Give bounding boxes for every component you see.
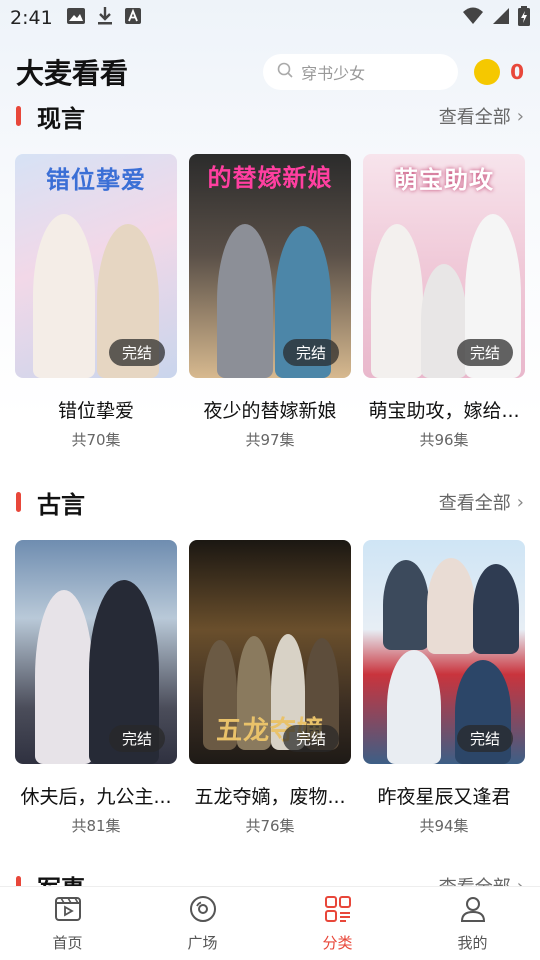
nav-item-category[interactable]: 分类 [270,887,405,960]
episode-count: 共97集 [245,431,295,449]
episode-count: 共76集 [245,817,295,835]
coin-count: 0 [510,60,524,84]
search-placeholder: 穿书少女 [301,64,366,83]
font-a-icon [124,7,141,29]
nav-item-profile[interactable]: 我的 [405,887,540,960]
drama-title: 昨夜星辰又逢君 [377,786,511,808]
status-time: 2:41 [10,7,53,29]
section-title: 古言 [37,490,85,519]
search-input[interactable]: 穿书少女 [263,54,459,90]
drama-title: 休夫后，九公主... [20,786,172,808]
wifi-icon [462,7,484,30]
drama-card[interactable]: 完结 昨夜星辰又逢君 共94集 [363,540,525,836]
drama-poster[interactable]: 的替嫁新娘 完结 [189,154,351,378]
nav-label: 广场 [187,934,218,952]
drama-poster[interactable]: 萌宝助攻 完结 [363,154,525,378]
drama-title: 萌宝助攻，嫁给... [368,400,520,422]
poster-title-art: 萌宝助攻 [394,166,494,194]
drama-card[interactable]: 的替嫁新娘 完结 夜少的替嫁新娘 共97集 [189,154,351,450]
status-badge: 完结 [282,339,339,366]
view-all-button[interactable]: 查看全部 › [439,489,524,515]
bottom-nav: 首页 广场 分类 我的 [0,886,540,960]
view-all-button[interactable]: 查看全部 › [439,103,524,129]
app-title: 大麦看看 [16,57,129,90]
status-badge: 完结 [108,339,165,366]
episode-count: 共96集 [419,431,469,449]
drama-card[interactable]: 五龙夺嫡 完结 五龙夺嫡，废物... 共76集 [189,540,351,836]
nav-item-home[interactable]: 首页 [0,887,135,960]
drama-card[interactable]: 萌宝助攻 完结 萌宝助攻，嫁给... 共96集 [363,154,525,450]
status-badge: 完结 [108,725,165,752]
drama-poster[interactable]: 完结 [363,540,525,764]
drama-poster[interactable]: 错位挚爱 完结 [15,154,177,378]
view-all-label: 查看全部 [438,107,511,128]
drama-poster[interactable]: 五龙夺嫡 完结 [189,540,351,764]
chevron-right-icon: › [516,105,524,127]
status-badge: 完结 [282,725,339,752]
poster-title-art: 错位挚爱 [46,166,146,194]
drama-title: 夜少的替嫁新娘 [203,400,337,422]
section-ancient-romance: 古言 查看全部 › 完结 休夫后，九公主... 共81集 五龙夺嫡 完结 五龙夺… [0,482,540,836]
drama-title: 五龙夺嫡，废物... [194,786,346,808]
search-icon [277,62,293,82]
chevron-right-icon: › [516,491,524,513]
poster-title-art: 的替嫁新娘 [207,164,333,192]
download-icon [97,6,113,30]
view-all-label: 查看全部 [438,493,511,514]
section-accent-bar [16,492,21,512]
section-title: 现言 [37,104,85,133]
nav-label: 分类 [322,934,353,952]
category-icon [323,894,353,928]
user-icon [458,894,488,928]
section-modern-romance: 现言 查看全部 › 错位挚爱 完结 错位挚爱 共70集 的替嫁新娘 完结 夜少的… [0,96,540,450]
image-icon [66,7,85,29]
episode-count: 共70集 [71,431,121,449]
status-badge: 完结 [456,339,513,366]
battery-icon [518,5,530,31]
drama-card[interactable]: 错位挚爱 完结 错位挚爱 共70集 [15,154,177,450]
nav-item-square[interactable]: 广场 [135,887,270,960]
status-bar: 2:41 [0,0,540,36]
signal-icon [492,7,510,30]
home-icon [53,894,83,928]
nav-label: 我的 [457,934,488,952]
app-header: 大麦看看 穿书少女 0 [0,48,540,96]
episode-count: 共94集 [419,817,469,835]
drama-title: 错位挚爱 [57,400,134,422]
drama-poster[interactable]: 完结 [15,540,177,764]
coin-icon[interactable] [474,59,501,85]
disc-icon [188,894,218,928]
nav-label: 首页 [52,934,83,952]
status-badge: 完结 [456,725,513,752]
drama-card[interactable]: 完结 休夫后，九公主... 共81集 [15,540,177,836]
episode-count: 共81集 [71,817,121,835]
section-accent-bar [16,106,21,126]
